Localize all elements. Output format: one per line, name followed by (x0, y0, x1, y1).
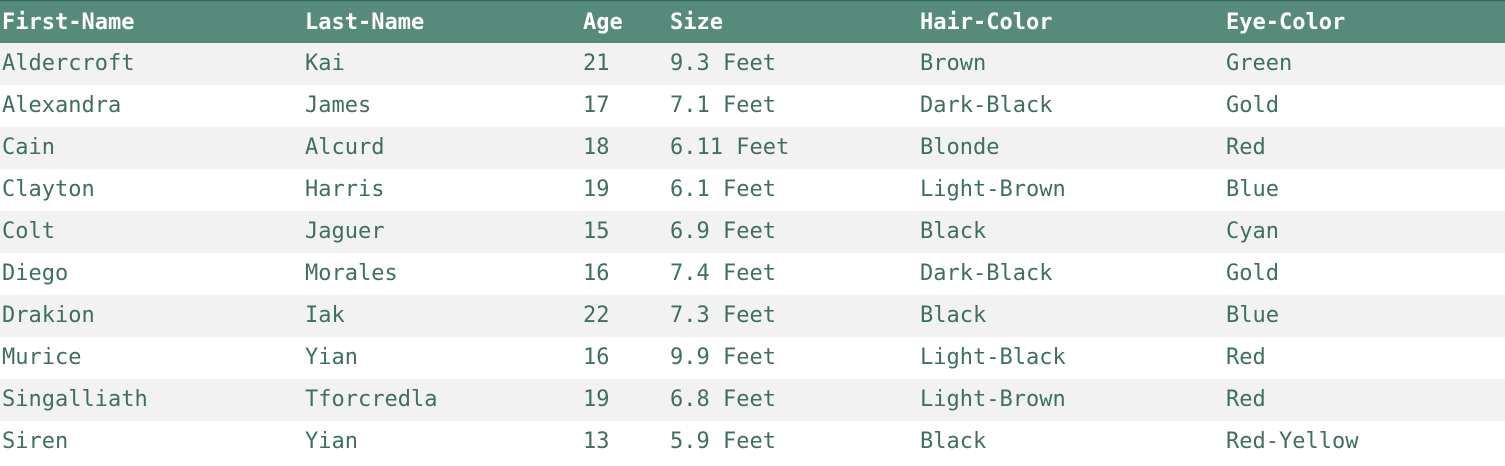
cell-first-name: Cain (2, 135, 55, 160)
cell-size: 7.4 Feet (670, 261, 776, 286)
cell-last-name: Alcurd (305, 135, 385, 160)
cell-first-name: Colt (2, 219, 55, 244)
cell-first-name: Alexandra (2, 93, 122, 118)
table-row: Siren Yian 13 5.9 Feet Black Red-Yellow (0, 421, 1505, 463)
cell-size: 7.1 Feet (670, 93, 776, 118)
cell-size: 9.3 Feet (670, 51, 776, 76)
table-row: Colt Jaguer 15 6.9 Feet Black Cyan (0, 211, 1505, 253)
table-row: Clayton Harris 19 6.1 Feet Light-Brown B… (0, 169, 1505, 211)
table-row: Alexandra James 17 7.1 Feet Dark-Black G… (0, 85, 1505, 127)
cell-hair-color: Black (920, 219, 987, 244)
character-table: First-Name Last-Name Age Size Hair-Color… (0, 0, 1505, 463)
cell-eye-color: Gold (1226, 93, 1279, 118)
cell-eye-color: Gold (1226, 261, 1279, 286)
cell-hair-color: Dark-Black (920, 261, 1053, 286)
cell-hair-color: Light-Brown (920, 177, 1066, 202)
cell-hair-color: Black (920, 303, 987, 328)
cell-eye-color: Blue (1226, 303, 1279, 328)
cell-eye-color: Blue (1226, 177, 1279, 202)
cell-eye-color: Red-Yellow (1226, 429, 1359, 454)
cell-last-name: Yian (305, 429, 358, 454)
cell-age: 22 (583, 303, 610, 328)
table-row: Drakion Iak 22 7.3 Feet Black Blue (0, 295, 1505, 337)
cell-size: 5.9 Feet (670, 429, 776, 454)
cell-age: 13 (583, 429, 610, 454)
table-row: Cain Alcurd 18 6.11 Feet Blonde Red (0, 127, 1505, 169)
cell-size: 9.9 Feet (670, 345, 776, 370)
cell-hair-color: Brown (920, 51, 987, 76)
cell-size: 6.9 Feet (670, 219, 776, 244)
cell-age: 19 (583, 387, 610, 412)
cell-first-name: Aldercroft (2, 51, 135, 76)
cell-age: 21 (583, 51, 610, 76)
cell-last-name: Morales (305, 261, 398, 286)
cell-first-name: Clayton (2, 177, 95, 202)
cell-hair-color: Light-Black (920, 345, 1066, 370)
cell-size: 6.8 Feet (670, 387, 776, 412)
table-row: Aldercroft Kai 21 9.3 Feet Brown Green (0, 43, 1505, 85)
cell-last-name: Yian (305, 345, 358, 370)
cell-size: 7.3 Feet (670, 303, 776, 328)
column-header-eye-color[interactable]: Eye-Color (1226, 1, 1505, 43)
cell-age: 19 (583, 177, 610, 202)
column-header-hair-color[interactable]: Hair-Color (920, 1, 1226, 43)
cell-eye-color: Green (1226, 51, 1293, 76)
column-header-size[interactable]: Size (670, 1, 920, 43)
cell-first-name: Singalliath (2, 387, 148, 412)
cell-eye-color: Red (1226, 135, 1266, 160)
cell-eye-color: Red (1226, 345, 1266, 370)
cell-eye-color: Cyan (1226, 219, 1279, 244)
cell-hair-color: Light-Brown (920, 387, 1066, 412)
cell-last-name: Iak (305, 303, 345, 328)
column-header-last-name[interactable]: Last-Name (305, 1, 583, 43)
cell-eye-color: Red (1226, 387, 1266, 412)
cell-size: 6.1 Feet (670, 177, 776, 202)
cell-hair-color: Dark-Black (920, 93, 1053, 118)
cell-last-name: Jaguer (305, 219, 385, 244)
cell-age: 16 (583, 345, 610, 370)
cell-first-name: Murice (2, 345, 82, 370)
column-header-first-name[interactable]: First-Name (0, 1, 305, 43)
cell-first-name: Drakion (2, 303, 95, 328)
table-row: Murice Yian 16 9.9 Feet Light-Black Red (0, 337, 1505, 379)
cell-first-name: Siren (2, 429, 69, 454)
cell-last-name: Tforcredla (305, 387, 438, 412)
cell-size: 6.11 Feet (670, 135, 790, 160)
table-row: Diego Morales 16 7.4 Feet Dark-Black Gol… (0, 253, 1505, 295)
cell-age: 16 (583, 261, 610, 286)
cell-age: 18 (583, 135, 610, 160)
cell-age: 15 (583, 219, 610, 244)
table-header-row: First-Name Last-Name Age Size Hair-Color… (0, 0, 1505, 43)
cell-age: 17 (583, 93, 610, 118)
cell-hair-color: Blonde (920, 135, 1000, 160)
cell-last-name: Kai (305, 51, 345, 76)
column-header-age[interactable]: Age (583, 1, 670, 43)
cell-last-name: James (305, 93, 372, 118)
table-row: Singalliath Tforcredla 19 6.8 Feet Light… (0, 379, 1505, 421)
cell-first-name: Diego (2, 261, 69, 286)
cell-last-name: Harris (305, 177, 385, 202)
cell-hair-color: Black (920, 429, 987, 454)
